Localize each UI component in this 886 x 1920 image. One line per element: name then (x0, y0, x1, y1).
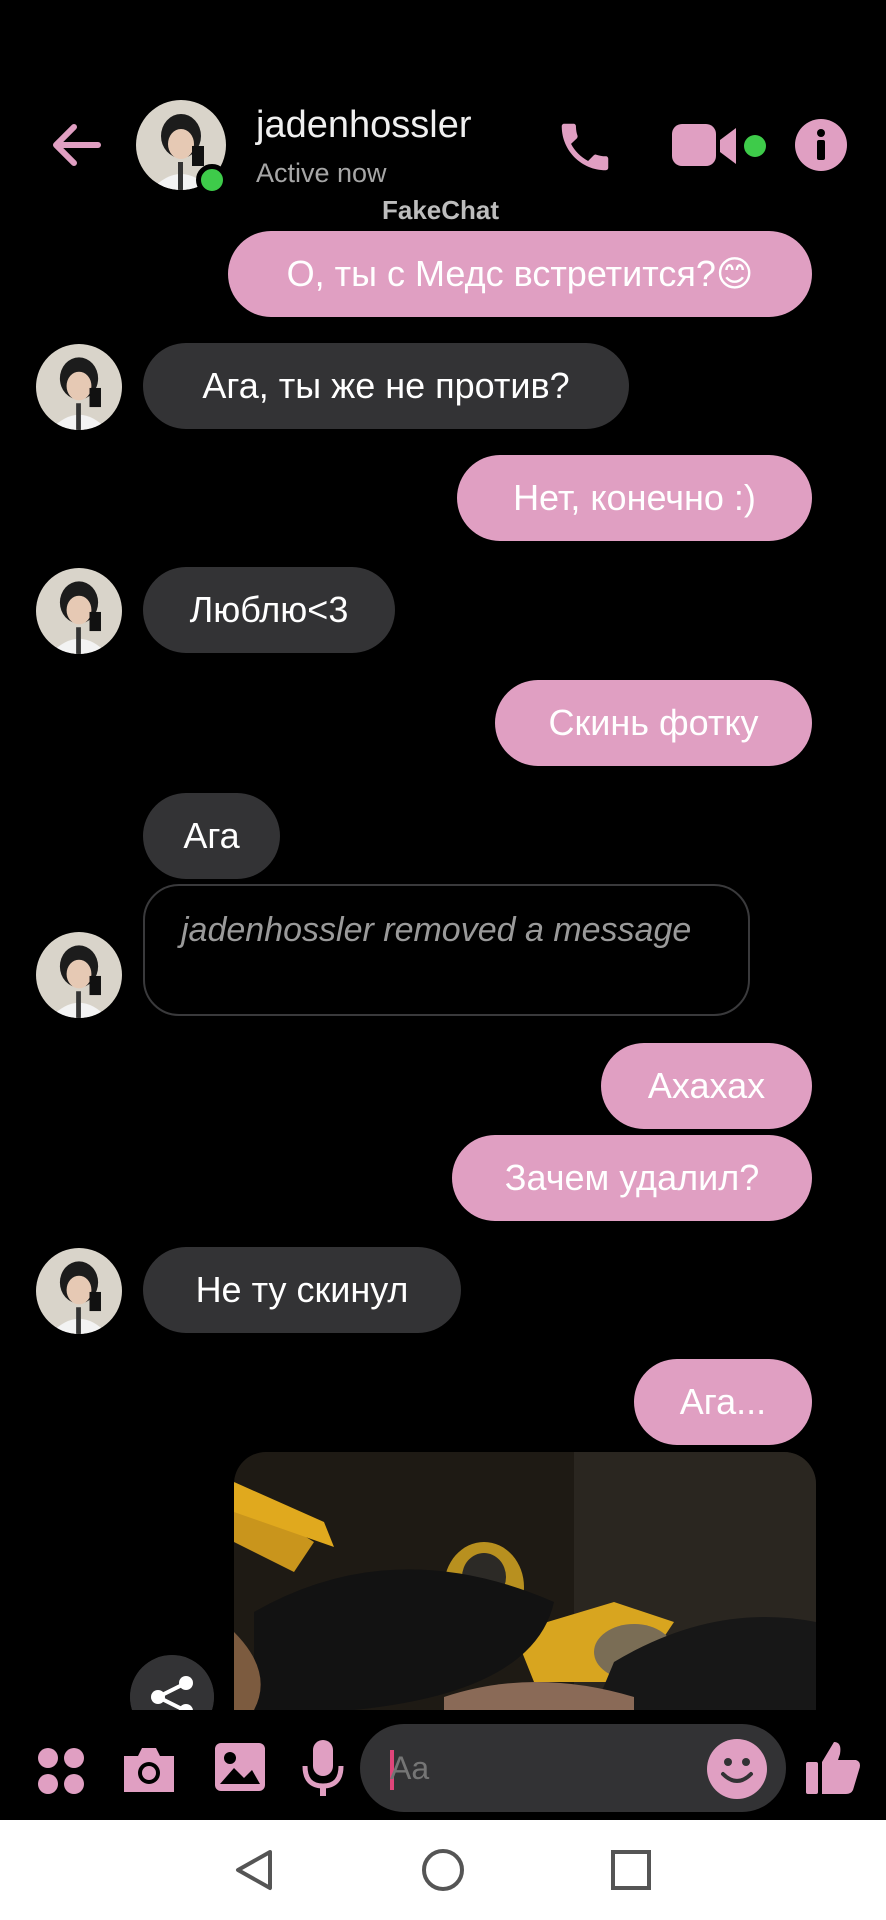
contact-status: Active now (256, 158, 387, 188)
system-nav-bar (0, 1820, 886, 1920)
message-outgoing[interactable]: Ахахах (601, 1043, 812, 1129)
removed-message: jadenhossler removed a message (143, 884, 750, 1016)
watermark: FakeChat (382, 195, 500, 225)
message-incoming[interactable]: Ага (143, 793, 280, 879)
camera-icon[interactable] (120, 1742, 178, 1796)
video-camera-icon[interactable] (670, 120, 744, 172)
avatar (36, 1248, 122, 1334)
avatar (36, 344, 122, 430)
four-dots-icon[interactable] (36, 1746, 86, 1796)
avatar-photo (36, 932, 122, 1018)
avatar-photo (36, 1248, 122, 1334)
avatar-photo (36, 344, 122, 430)
message-outgoing[interactable]: Скинь фотку (495, 680, 812, 766)
photo-message[interactable] (234, 1452, 816, 1710)
chat-screen: jadenhossler Active now FakeChat О, ты с… (0, 0, 886, 1920)
contact-name[interactable]: jadenhossler (256, 104, 471, 147)
message-outgoing[interactable]: О, ты с Медс встретится?😊 (228, 231, 812, 317)
message-outgoing[interactable]: Ага... (634, 1359, 812, 1445)
phone-icon[interactable] (554, 116, 616, 178)
chat-header: jadenhossler Active now FakeChat (0, 0, 886, 225)
back-arrow-icon[interactable] (46, 115, 106, 175)
nav-back-icon[interactable] (230, 1846, 278, 1894)
message-incoming[interactable]: Люблю<3 (143, 567, 395, 653)
avatar-photo (36, 568, 122, 654)
image-icon[interactable] (212, 1740, 268, 1794)
message-incoming[interactable]: Не ту скинул (143, 1247, 461, 1333)
avatar (36, 932, 122, 1018)
nav-recents-icon[interactable] (607, 1846, 655, 1894)
message-outgoing[interactable]: Зачем удалил? (452, 1135, 812, 1221)
avatar (36, 568, 122, 654)
message-incoming[interactable]: Ага, ты же не против? (143, 343, 629, 429)
microphone-icon[interactable] (300, 1738, 346, 1798)
online-indicator (196, 164, 228, 196)
nav-home-icon[interactable] (419, 1846, 467, 1894)
info-icon[interactable] (794, 118, 848, 172)
thumbs-up-icon[interactable] (804, 1738, 862, 1796)
video-status-dot (744, 135, 766, 157)
smiley-icon[interactable] (706, 1738, 768, 1800)
message-outgoing[interactable]: Нет, конечно :) (457, 455, 812, 541)
message-input[interactable] (390, 1724, 670, 1812)
photo-image (234, 1452, 816, 1710)
